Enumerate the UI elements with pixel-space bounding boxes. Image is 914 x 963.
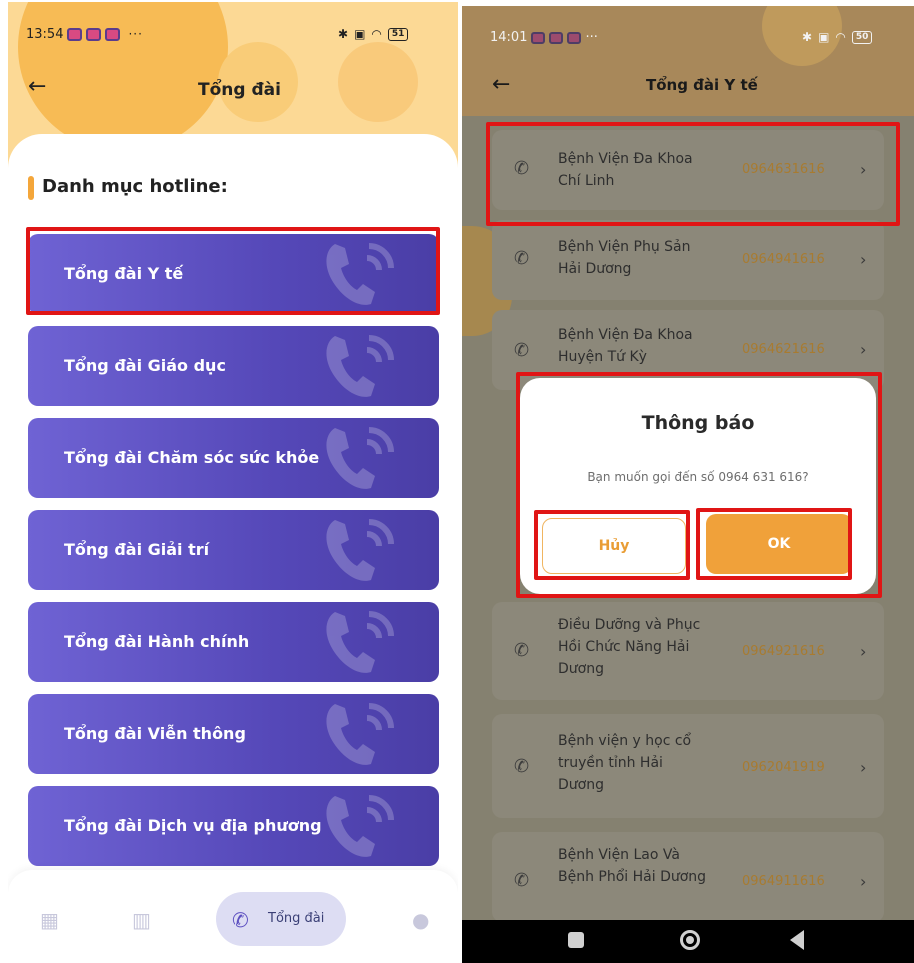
status-time: 13:54 [26,26,64,42]
highlight-box [696,508,852,580]
battery-icon: 51 [387,27,409,41]
category-title: Danh mục hotline: [42,176,228,197]
map-icon[interactable]: ▥ [132,908,151,932]
sim-icon: ▣ [354,27,366,41]
hotline-item[interactable]: Tổng đài Dịch vụ địa phương [28,786,439,866]
hospital-name: Bệnh Viện Phụ Sản Hải Dương [558,239,691,277]
medical-hotline-screen: 14:01 ··· ✱ ▣ ◠ 50 ← Tổng đài Y tế ✆ Bện… [462,6,914,963]
chevron-right-icon: › [860,758,867,777]
hotline-label: Tổng đài Giải trí [64,540,210,559]
phone-call-icon [326,703,394,765]
status-bar-right: ✱ ▣ ◠ 51 [338,24,409,44]
hospital-item[interactable]: ✆ Bệnh Viện Phụ Sản Hải Dương 0964941616… [492,220,884,300]
wifi-icon: ◠ [371,27,382,41]
wifi-icon: ◠ [835,30,846,44]
grid-icon[interactable]: ▦ [40,908,59,932]
page-title: Tổng đài Y tế [646,76,758,94]
hotline-label: Tổng đài Hành chính [64,632,250,651]
profile-icon[interactable]: ● [412,908,429,932]
chevron-right-icon: › [860,872,867,891]
hotline-label: Tổng đài Giáo dục [64,356,226,375]
phone-icon: ✆ [514,340,530,361]
header-background [462,6,914,131]
phone-icon: ✆ [514,248,530,269]
chevron-right-icon: › [860,340,867,359]
category-accent-bar [28,176,34,200]
hospital-name: Bệnh Viện Lao Và Bệnh Phổi Hải Dương [558,847,707,885]
hotline-label: Tổng đài Viễn thông [64,724,246,743]
bluetooth-icon: ✱ [338,27,349,41]
chevron-right-icon: › [860,250,867,269]
header-decor-circle [338,42,418,122]
status-more: ··· [128,27,143,41]
hotline-item[interactable]: Tổng đài Chăm sóc sức khỏe [28,418,439,498]
notification-icon [549,31,564,44]
phone-call-icon [326,611,394,673]
phone-icon: ✆ [232,908,249,932]
back-arrow-icon[interactable]: ← [492,72,510,97]
highlight-box [486,122,900,226]
hospital-phone: 0964911616 [742,874,825,889]
status-more: ··· [585,30,598,45]
system-navigation-bar [462,920,914,963]
hotline-item[interactable]: Tổng đài Giải trí [28,510,439,590]
hotline-item[interactable]: Tổng đài Viễn thông [28,694,439,774]
status-bar-right: ✱ ▣ ◠ 50 [802,30,873,44]
hotline-item[interactable]: Tổng đài Giáo dục [28,326,439,406]
phone-call-icon [326,795,394,857]
hotline-item[interactable]: Tổng đài Hành chính [28,602,439,682]
phone-icon: ✆ [514,870,530,891]
hospital-item[interactable]: ✆ Bệnh viện y học cổ truyền tỉnh Hải Dươ… [492,714,884,818]
notification-icon [567,31,582,44]
hospital-name: Bệnh Viện Đa Khoa Huyện Tứ Kỳ [558,327,693,365]
hospital-phone: 0962041919 [742,760,825,775]
chevron-right-icon: › [860,642,867,661]
hospital-item[interactable]: ✆ Bệnh Viện Lao Và Bệnh Phổi Hải Dương 0… [492,832,884,922]
status-bar-left: 14:01 ··· [490,30,598,45]
phone-icon: ✆ [514,640,530,661]
hospital-phone: 0964621616 [742,342,825,357]
hotline-label: Tổng đài Dịch vụ địa phương [64,816,322,835]
hospital-name: Điều Dưỡng và Phục Hồi Chức Năng Hải Dươ… [558,617,701,677]
phone-call-icon [326,519,394,581]
battery-icon: 50 [851,30,873,44]
nav-tab-label: Tổng đài [268,911,325,926]
home-icon[interactable] [680,930,700,950]
back-icon[interactable] [790,930,804,950]
status-bar-left: 13:54 ··· [26,24,143,44]
hotline-category-screen: 13:54 ··· ✱ ▣ ◠ 51 ← Tổng đài Danh mục h… [8,2,458,960]
sim-icon: ▣ [818,30,830,44]
nav-tab-hotline[interactable]: ✆ Tổng đài [216,892,346,946]
back-arrow-icon[interactable]: ← [28,74,46,99]
page-title: Tổng đài [198,80,281,100]
notification-icon [67,27,83,41]
hotline-label: Tổng đài Chăm sóc sức khỏe [64,448,320,467]
hospital-phone: 0964921616 [742,644,825,659]
hospital-phone: 0964941616 [742,252,825,267]
bluetooth-icon: ✱ [802,30,813,44]
hospital-item[interactable]: ✆ Điều Dưỡng và Phục Hồi Chức Năng Hải D… [492,602,884,700]
notification-icon [86,27,102,41]
status-time: 14:01 [490,30,528,45]
phone-call-icon [326,427,394,489]
highlight-box [534,510,690,580]
phone-call-icon [326,335,394,397]
phone-icon: ✆ [514,756,530,777]
highlight-box [26,227,440,315]
hospital-name: Bệnh viện y học cổ truyền tỉnh Hải Dương [558,733,692,793]
notification-icon [105,27,121,41]
recent-apps-icon[interactable] [568,932,584,948]
notification-icon [531,31,546,44]
